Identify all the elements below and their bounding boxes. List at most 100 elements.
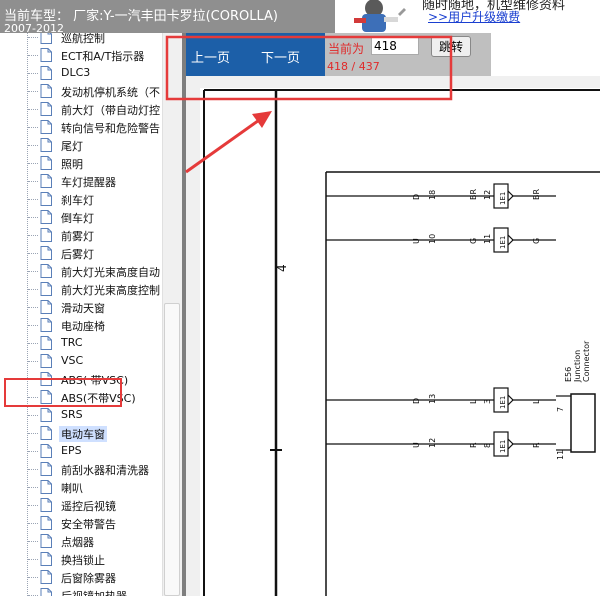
tree-item[interactable]: 电动座椅: [0, 316, 162, 334]
tree-item[interactable]: DLC3: [0, 64, 162, 82]
tree-item[interactable]: 车灯提醒器: [0, 172, 162, 190]
document-icon: [40, 318, 52, 332]
tree-item-label: SRS: [61, 408, 83, 421]
connector-pin: 8: [483, 443, 492, 448]
tree-item[interactable]: 点烟器: [0, 532, 162, 550]
tree-item[interactable]: ECT和A/T指示器: [0, 46, 162, 64]
current-page-label: 当前为: [328, 42, 365, 56]
pin-number: 18: [428, 190, 437, 200]
wiring-diagram-viewer[interactable]: 4 D 18 BR 1E1 12 BR U 10 G 1E1 11 G D 13 L 1E1 3 L U 12 R 1E1…: [186, 76, 600, 596]
tree-item[interactable]: ABS( 带VSC): [0, 370, 162, 388]
tree-connector-line: [28, 343, 38, 344]
document-icon: [40, 66, 52, 80]
tree-item[interactable]: 喇叭: [0, 478, 162, 496]
tree-item[interactable]: 照明: [0, 154, 162, 172]
tree-connector-line: [28, 127, 38, 128]
document-icon: [40, 480, 52, 494]
tree-item-label: 前大灯光束高度自动: [61, 266, 160, 279]
junction-pin-1: 7: [556, 407, 565, 412]
wire-color-label: R: [532, 442, 541, 448]
tree-item-label: 滑动天窗: [61, 302, 105, 315]
connector-desc-1: Junction: [573, 350, 582, 383]
tree-item[interactable]: 前雾灯: [0, 226, 162, 244]
connector-pin: 11: [483, 234, 492, 244]
tree-connector-line: [28, 217, 38, 218]
tree-item[interactable]: 遥控后视镜: [0, 496, 162, 514]
tree-connector-line: [28, 181, 38, 182]
document-icon: [40, 354, 52, 368]
tree-connector-line: [28, 397, 38, 398]
tree-connector-line: [28, 361, 38, 362]
tree-item[interactable]: 转向信号和危险警告: [0, 118, 162, 136]
tree-item[interactable]: TRC: [0, 334, 162, 352]
car-model-years: 2007-2012: [4, 22, 64, 33]
tree-item-label: 发动机停机系统（不: [61, 86, 160, 99]
document-icon: [40, 498, 52, 512]
connector-name: E56: [564, 367, 573, 382]
tree-item[interactable]: 尾灯: [0, 136, 162, 154]
tree-item[interactable]: 电动车窗: [0, 424, 162, 442]
tree-item[interactable]: EPS: [0, 442, 162, 460]
tree-item[interactable]: 倒车灯: [0, 208, 162, 226]
tree-item-label: EPS: [61, 444, 82, 457]
tree-item[interactable]: 滑动天窗: [0, 298, 162, 316]
next-page-button[interactable]: 下一页: [261, 47, 300, 66]
tree-connector-line: [28, 487, 38, 488]
document-icon: [40, 300, 52, 314]
tree-item[interactable]: 后雾灯: [0, 244, 162, 262]
tree-item[interactable]: 安全带警告: [0, 514, 162, 532]
document-icon: [40, 372, 52, 386]
document-icon: [40, 192, 52, 206]
tree-item[interactable]: 后视镜加热器: [0, 586, 162, 596]
tree-item[interactable]: 巡航控制: [0, 33, 162, 46]
tree-item[interactable]: 换挡锁止: [0, 550, 162, 568]
pin-number: 13: [428, 394, 437, 404]
wire-color-label: L: [469, 399, 478, 404]
wire-color-label: BR: [469, 189, 478, 200]
tree-connector-line: [28, 325, 38, 326]
tree-item[interactable]: 前大灯光束高度控制: [0, 280, 162, 298]
tree-connector-line: [28, 541, 38, 542]
connector-id: 1E1: [499, 192, 507, 205]
page-number-input[interactable]: [371, 37, 419, 55]
document-icon: [40, 228, 52, 242]
tree-connector-line: [28, 199, 38, 200]
tree-connector-line: [28, 109, 38, 110]
tree-item-label: 喇叭: [61, 482, 83, 495]
tree-item[interactable]: 前大灯（带自动灯控: [0, 100, 162, 118]
tree-item[interactable]: 发动机停机系统（不: [0, 82, 162, 100]
tree-item-label: ECT和A/T指示器: [61, 50, 145, 63]
tree-connector-line: [28, 433, 38, 434]
tree-item[interactable]: ABS(不带VSC): [0, 388, 162, 406]
tree-item[interactable]: SRS: [0, 406, 162, 424]
tree-connector-line: [28, 37, 38, 38]
document-icon: [40, 102, 52, 116]
document-icon: [40, 408, 52, 422]
tree-connector-line: [28, 505, 38, 506]
section-number: 4: [275, 264, 289, 272]
tree-item[interactable]: 后窗除雾器: [0, 568, 162, 586]
tree-item[interactable]: VSC: [0, 352, 162, 370]
tree-connector-line: [28, 163, 38, 164]
prev-page-button[interactable]: 上一页: [191, 47, 230, 66]
tree-connector-line: [28, 379, 38, 380]
wire-color-label: G: [532, 238, 541, 244]
tree-item-label: 转向信号和危险警告: [61, 122, 160, 135]
tree-item[interactable]: 前大灯光束高度自动: [0, 262, 162, 280]
tree-item[interactable]: 刹车灯: [0, 190, 162, 208]
tree-scrollbar-thumb[interactable]: [164, 303, 180, 596]
tree-item-label: 巡航控制: [61, 33, 105, 45]
jump-button[interactable]: 跳转: [431, 36, 471, 57]
page-navigator: 当前为 跳转 418 / 437: [325, 33, 491, 76]
wire-color-label: BR: [532, 189, 541, 200]
tree-item-label: 遥控后视镜: [61, 500, 116, 513]
upgrade-payment-link[interactable]: >>用户升级缴费: [428, 8, 520, 25]
tree-item[interactable]: 前刮水器和清洗器: [0, 460, 162, 478]
wiring-diagram: 4 D 18 BR 1E112 BRU 10 G 1E111 GD 13 L 1E13 LU 12 R 1E1…: [200, 88, 600, 596]
connector-desc-2: Connector: [582, 340, 591, 382]
mascot-logo-icon: [340, 0, 412, 33]
document-icon: [40, 174, 52, 188]
tree-connector-line: [28, 451, 38, 452]
tree-item-label: 后窗除雾器: [61, 572, 116, 585]
page-count: 418 / 437: [327, 60, 380, 73]
